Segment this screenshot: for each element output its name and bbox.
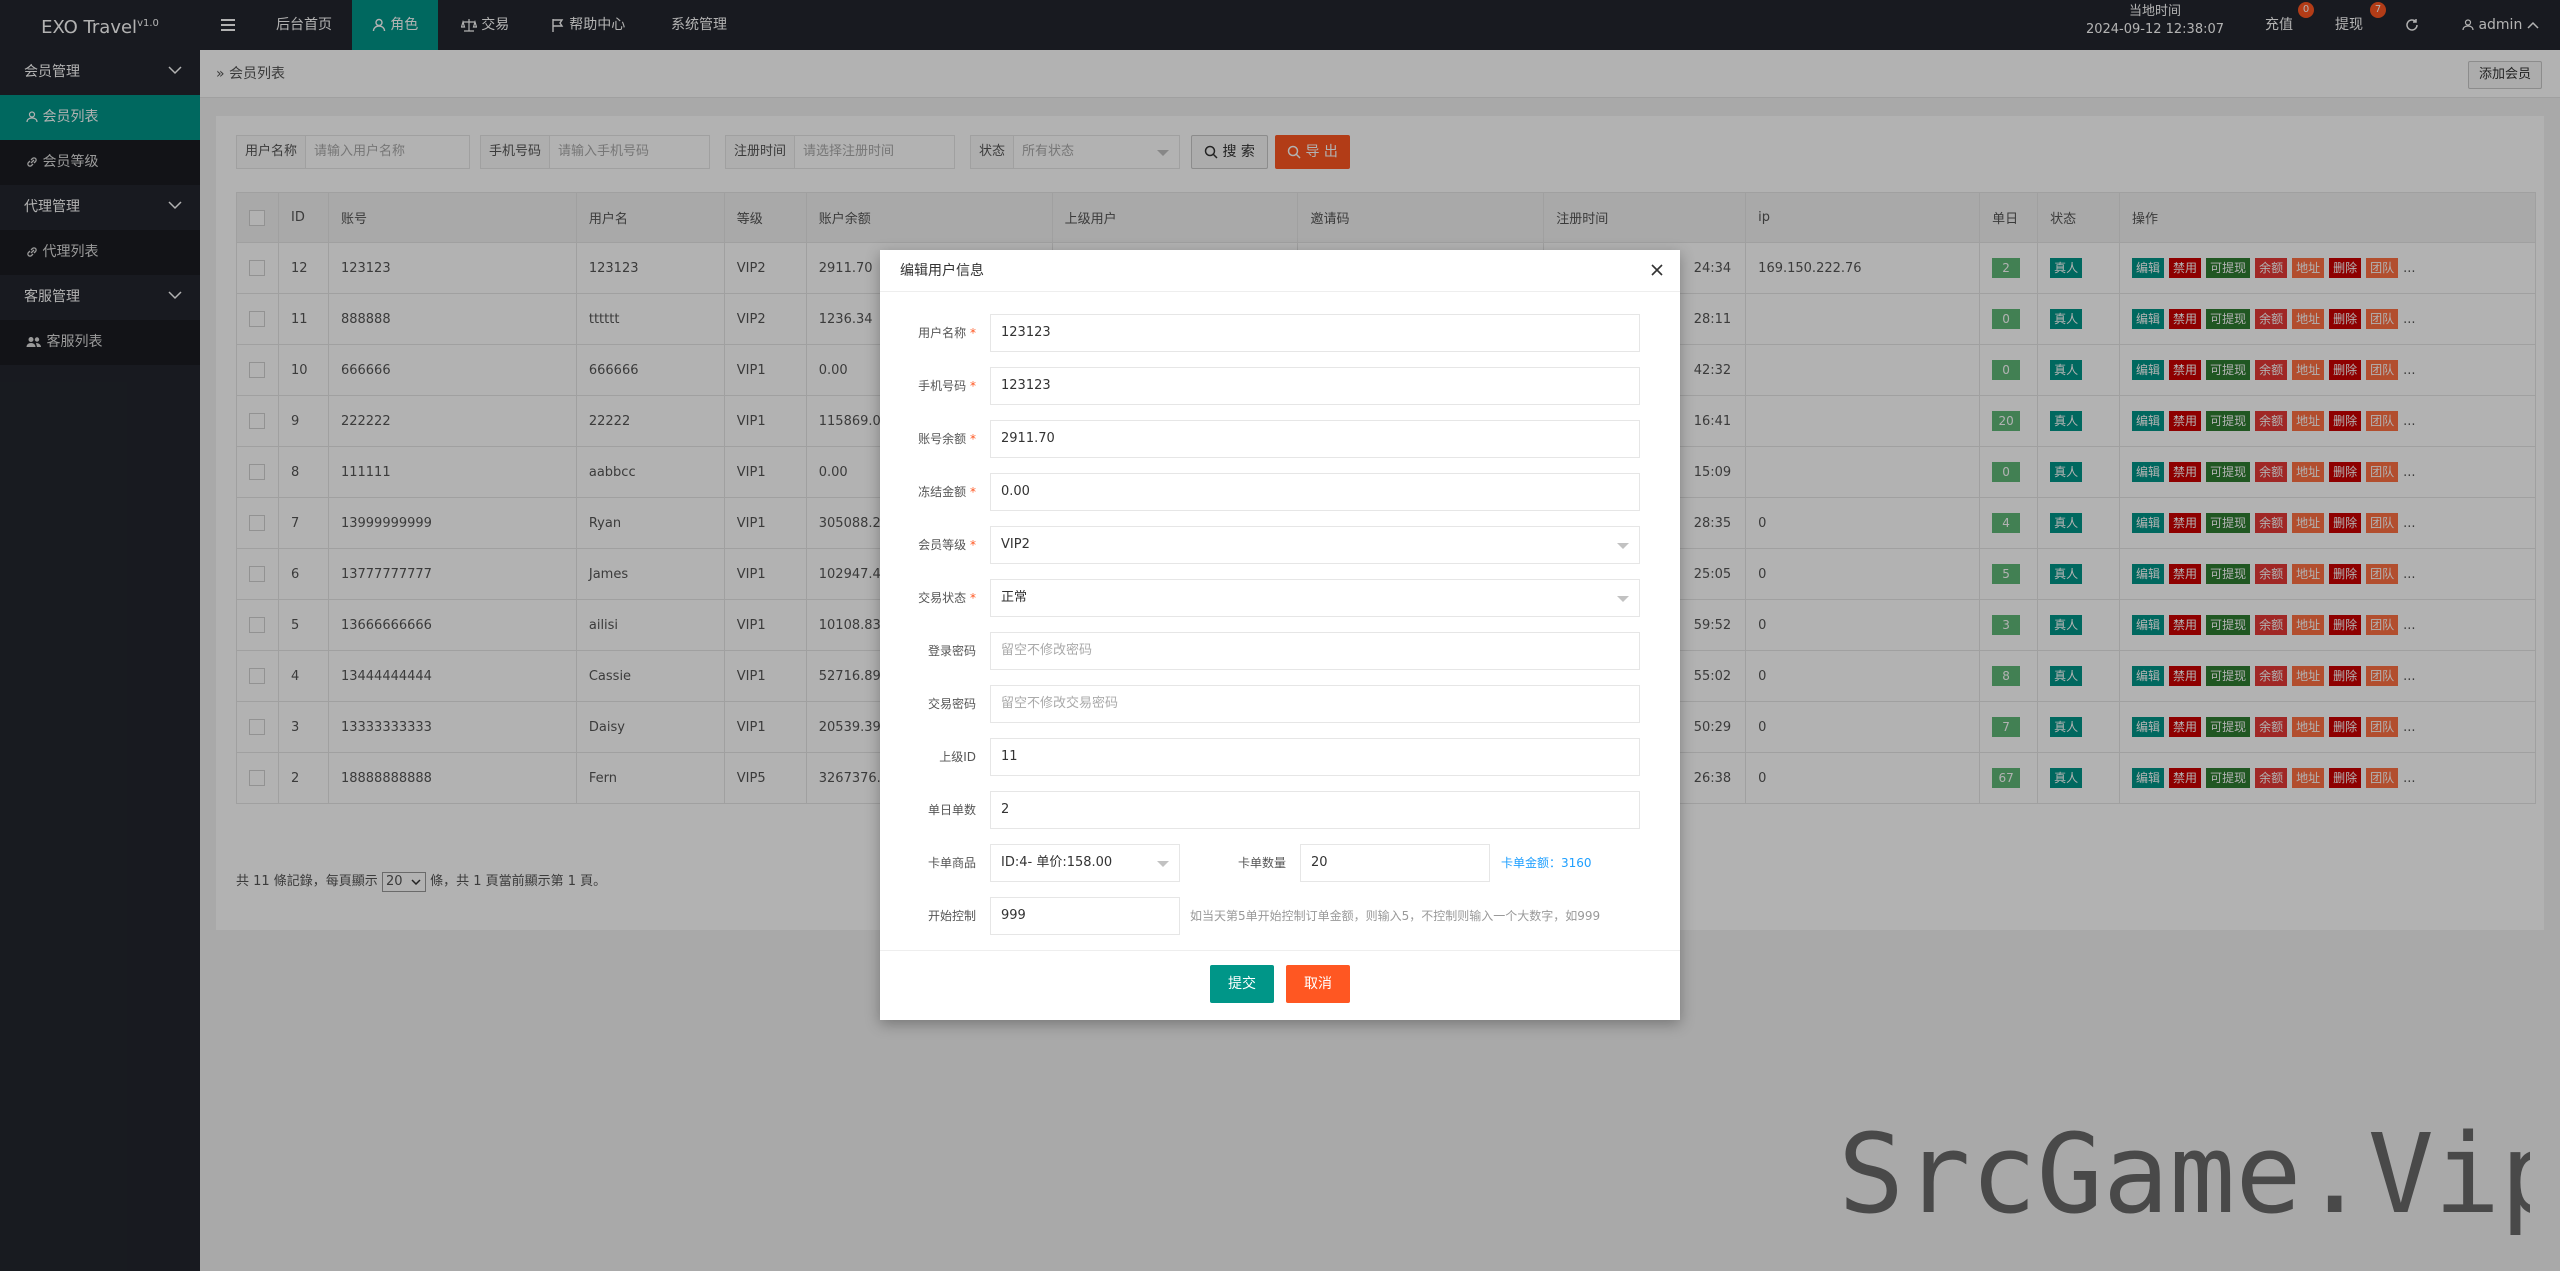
close-icon	[1651, 263, 1663, 276]
level-label: 会员等级 *	[880, 526, 976, 564]
watermark-text: SrcGame.Vip	[1838, 1110, 2530, 1238]
card-qty-label: 卡单数量	[1238, 856, 1287, 870]
frozen-input[interactable]: 0.00	[990, 473, 1640, 511]
start-ctrl-tip: 如当天第5单开始控制订单金额，则输入5，不控制则输入一个大数字，如999	[1190, 909, 1601, 923]
required-mark: *	[970, 591, 976, 605]
start-ctrl-label: 开始控制	[927, 909, 976, 923]
form-row-card-product: 卡单商品 ID:4- 单价:158.00 卡单数量 20 卡单金额：3160	[880, 844, 1680, 882]
form-row-start-ctrl: 开始控制 999 如当天第5单开始控制订单金额，则输入5，不控制则输入一个大数字…	[880, 897, 1680, 935]
phone-label-text: 手机号码	[918, 379, 967, 393]
trade-status-label-text: 交易状态	[918, 591, 967, 605]
level-select-value: VIP2	[1001, 537, 1030, 552]
level-label-text: 会员等级	[918, 538, 967, 552]
username-label-text: 用户名称	[918, 326, 967, 340]
required-mark: *	[970, 538, 976, 552]
parent-id-input[interactable]: 11	[990, 738, 1640, 776]
close-button[interactable]	[1650, 262, 1664, 277]
modal-title: 编辑用户信息	[880, 250, 1680, 292]
username-input[interactable]: 123123	[990, 314, 1640, 352]
dropdown-arrow-icon	[1617, 543, 1629, 549]
daily-orders-label: 单日单数	[927, 803, 976, 817]
required-mark: *	[970, 432, 976, 446]
parent-id-label: 上级ID	[939, 750, 976, 764]
card-amount-text: 卡单金额：3160	[1501, 856, 1592, 870]
edit-user-modal: 编辑用户信息 用户名称 * 123123 手机号码 * 123123 账号余额 …	[880, 250, 1680, 1020]
login-password-input[interactable]: 留空不修改密码	[990, 632, 1640, 670]
card-product-value: ID:4- 单价:158.00	[1001, 855, 1113, 870]
trade-status-label: 交易状态 *	[880, 579, 976, 617]
trade-pwd-label: 交易密码	[927, 697, 976, 711]
dropdown-arrow-icon	[1157, 861, 1169, 867]
modal-footer-divider	[880, 950, 1680, 951]
trade-status-select[interactable]: 正常	[990, 579, 1640, 617]
submit-button[interactable]: 提交	[1210, 965, 1274, 1003]
balance-input[interactable]: 2911.70	[990, 420, 1640, 458]
balance-label-text: 账号余额	[918, 432, 967, 446]
frozen-label-text: 冻结金额	[918, 485, 967, 499]
watermark-logo: SrcGame.Vip	[1838, 1110, 2530, 1238]
card-product-select[interactable]: ID:4- 单价:158.00	[990, 844, 1180, 882]
trade-password-input[interactable]: 留空不修改交易密码	[990, 685, 1640, 723]
phone-label: 手机号码 *	[880, 367, 976, 405]
level-select[interactable]: VIP2	[990, 526, 1640, 564]
dropdown-arrow-icon	[1617, 596, 1629, 602]
start-ctrl-input[interactable]: 999	[990, 897, 1180, 935]
phone-input[interactable]: 123123	[990, 367, 1640, 405]
cancel-button[interactable]: 取消	[1286, 965, 1350, 1003]
username-label: 用户名称 *	[880, 314, 976, 352]
card-product-label: 卡单商品	[927, 856, 976, 870]
login-pwd-label: 登录密码	[927, 644, 976, 658]
daily-orders-input[interactable]: 2	[990, 791, 1640, 829]
trade-status-value: 正常	[1001, 590, 1028, 605]
frozen-label: 冻结金额 *	[880, 473, 976, 511]
required-mark: *	[970, 379, 976, 393]
balance-label: 账号余额 *	[880, 420, 976, 458]
card-qty-input[interactable]: 20	[1300, 844, 1490, 882]
required-mark: *	[970, 485, 976, 499]
required-mark: *	[970, 326, 976, 340]
